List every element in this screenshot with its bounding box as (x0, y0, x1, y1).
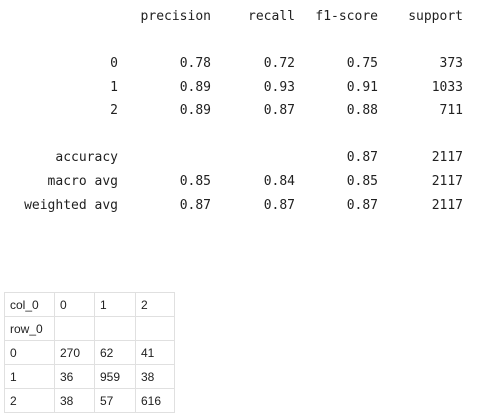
header-recall: recall (248, 9, 295, 24)
header-f1-score: f1-score (315, 9, 378, 24)
recall-value: 0.87 (263, 103, 295, 118)
row-label: accuracy (55, 150, 118, 165)
row-header: 0 (4, 340, 55, 365)
support-value: 373 (439, 56, 463, 71)
f1-value: 0.87 (346, 198, 378, 213)
recall-value: 0.93 (263, 80, 295, 95)
precision-value: 0.85 (179, 174, 211, 189)
header-support: support (408, 9, 463, 24)
table-cell: 38 (54, 388, 95, 413)
support-value: 1033 (431, 80, 463, 95)
row-label: 2 (110, 103, 118, 118)
column-index-label: col_0 (4, 292, 55, 317)
support-value: 711 (439, 103, 463, 118)
confusion-matrix-table: col_0 0 1 2 row_0 0 270 62 41 1 36 959 3… (4, 292, 175, 413)
row-index-label: row_0 (4, 316, 55, 341)
empty-cell (135, 316, 175, 341)
table-cell: 616 (135, 388, 175, 413)
report-row-macro-avg: macro avg 0.85 0.84 0.85 2117 (0, 173, 479, 191)
report-row-accuracy: accuracy 0.87 2117 (0, 149, 479, 167)
table-row: 1 36 959 38 (4, 364, 175, 389)
precision-value: 0.78 (179, 56, 211, 71)
report-row-class-0: 0 0.78 0.72 0.75 373 (0, 55, 479, 73)
row-header: 2 (4, 388, 55, 413)
table-cell: 38 (135, 364, 175, 389)
f1-value: 0.91 (346, 80, 378, 95)
table-cell: 41 (135, 340, 175, 365)
table-cell: 36 (54, 364, 95, 389)
precision-value: 0.87 (179, 198, 211, 213)
classification-report: precision recall f1-score support 0 0.78… (0, 0, 479, 230)
f1-value: 0.85 (346, 174, 378, 189)
table-header-row: col_0 0 1 2 (4, 292, 175, 317)
row-header: 1 (4, 364, 55, 389)
column-header: 0 (54, 292, 95, 317)
support-value: 2117 (431, 174, 463, 189)
table-cell: 57 (94, 388, 136, 413)
row-label: 1 (110, 80, 118, 95)
column-header: 2 (135, 292, 175, 317)
f1-value: 0.75 (346, 56, 378, 71)
table-cell: 62 (94, 340, 136, 365)
recall-value: 0.84 (263, 174, 295, 189)
f1-value: 0.87 (346, 150, 378, 165)
f1-value: 0.88 (346, 103, 378, 118)
row-label: 0 (110, 56, 118, 71)
report-row-class-2: 2 0.89 0.87 0.88 711 (0, 102, 479, 120)
support-value: 2117 (431, 198, 463, 213)
support-value: 2117 (431, 150, 463, 165)
recall-value: 0.87 (263, 198, 295, 213)
row-label: macro avg (47, 174, 118, 189)
report-row-weighted-avg: weighted avg 0.87 0.87 0.87 2117 (0, 197, 479, 215)
report-row-class-1: 1 0.89 0.93 0.91 1033 (0, 79, 479, 97)
table-cell: 270 (54, 340, 95, 365)
table-index-row: row_0 (4, 316, 175, 341)
precision-value: 0.89 (179, 103, 211, 118)
table-cell: 959 (94, 364, 136, 389)
table-row: 0 270 62 41 (4, 340, 175, 365)
table-row: 2 38 57 616 (4, 388, 175, 413)
row-label: weighted avg (24, 198, 118, 213)
column-header: 1 (94, 292, 136, 317)
report-header-row: precision recall f1-score support (0, 8, 479, 26)
empty-cell (94, 316, 136, 341)
header-precision: precision (140, 9, 211, 24)
precision-value: 0.89 (179, 80, 211, 95)
empty-cell (54, 316, 95, 341)
recall-value: 0.72 (263, 56, 295, 71)
